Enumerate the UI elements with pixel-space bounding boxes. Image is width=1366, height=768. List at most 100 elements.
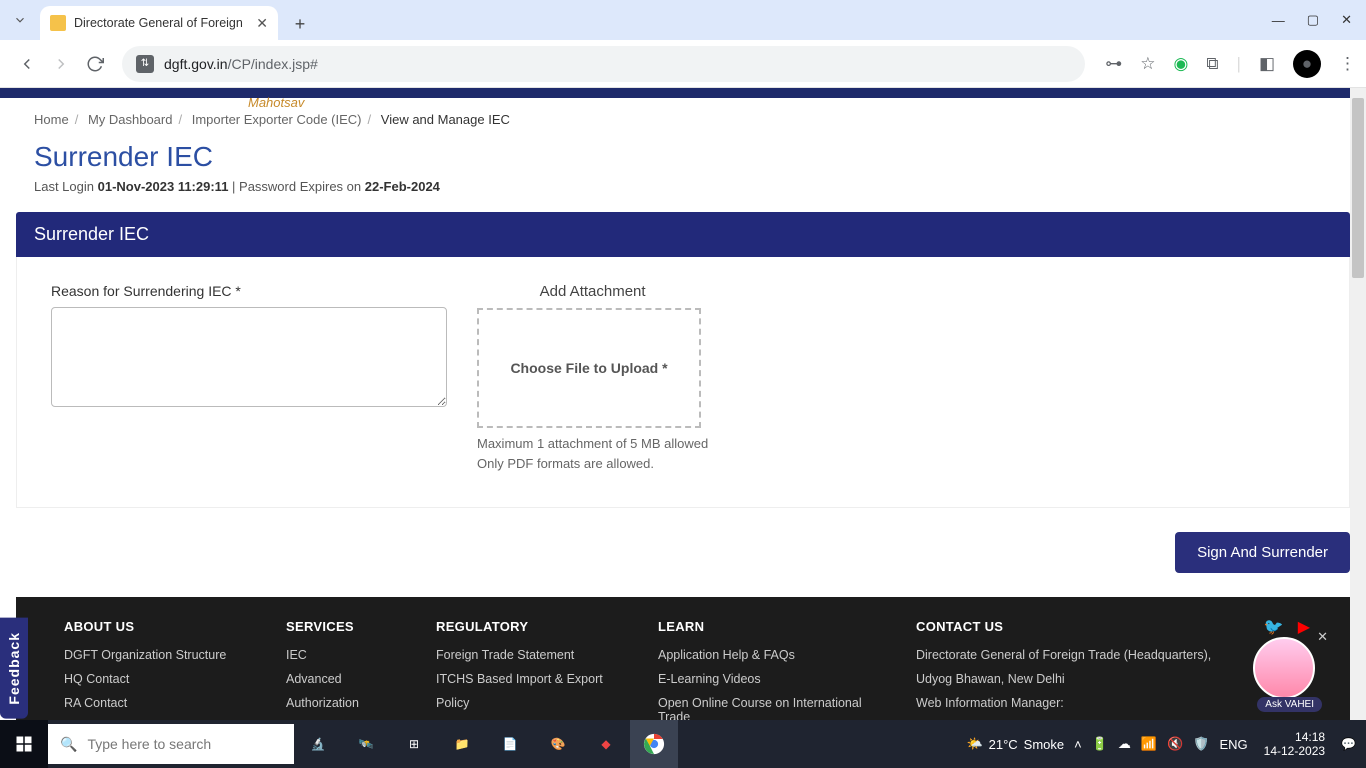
reason-textarea[interactable] xyxy=(51,307,447,407)
footer-link[interactable]: Web Information Manager: xyxy=(916,696,1262,710)
language-indicator[interactable]: ENG xyxy=(1219,737,1247,752)
footer-services-heading: SERVICES xyxy=(286,619,396,634)
footer-link[interactable]: Authorization xyxy=(286,696,396,710)
footer-link[interactable]: Udyog Bhawan, New Delhi xyxy=(916,672,1262,686)
weather-text: Smoke xyxy=(1024,737,1064,752)
address-bar[interactable]: ⇅ dgft.gov.in/CP/index.jsp# xyxy=(122,46,1085,82)
feedback-tab[interactable]: Feedback xyxy=(0,618,28,719)
file-dropzone[interactable]: Choose File to Upload * xyxy=(477,308,701,428)
clock-time: 14:18 xyxy=(1264,730,1325,744)
url-path: /CP/index.jsp# xyxy=(228,56,318,72)
weather-temp: 21°C xyxy=(989,737,1018,752)
search-icon: 🔍 xyxy=(60,736,77,753)
search-placeholder: Type here to search xyxy=(87,736,211,752)
start-button[interactable] xyxy=(0,720,48,768)
reload-button[interactable] xyxy=(78,47,112,81)
tabs-dropdown-button[interactable] xyxy=(0,0,40,40)
extension-grammarly-icon[interactable]: ◉ xyxy=(1174,54,1189,74)
breadcrumb-current: View and Manage IEC xyxy=(381,112,510,127)
anydesk-icon[interactable]: ◆ xyxy=(582,720,630,768)
breadcrumb: Home/ My Dashboard/ Importer Exporter Co… xyxy=(16,98,1350,137)
footer-learn-heading: LEARN xyxy=(658,619,876,634)
word-icon[interactable]: 📄 xyxy=(486,720,534,768)
breadcrumb-iec[interactable]: Importer Exporter Code (IEC) xyxy=(192,112,362,127)
notifications-icon[interactable]: 💬 xyxy=(1341,737,1356,751)
footer-link[interactable]: RA Contact xyxy=(64,696,246,710)
new-tab-button[interactable]: + xyxy=(286,10,314,38)
onedrive-icon[interactable]: ☁ xyxy=(1118,736,1131,752)
security-icon[interactable]: 🛡️ xyxy=(1193,736,1209,752)
weather-widget[interactable]: 🌤️ 21°C Smoke xyxy=(966,736,1064,752)
chat-avatar[interactable] xyxy=(1253,637,1315,699)
gov-top-bar xyxy=(0,88,1366,98)
twitter-icon[interactable]: 🐦 xyxy=(1264,617,1284,637)
chat-close-icon[interactable]: ✕ xyxy=(1317,629,1328,645)
battery-icon[interactable]: 🔋 xyxy=(1092,736,1108,752)
breadcrumb-dashboard[interactable]: My Dashboard xyxy=(88,112,173,127)
footer-about-heading: ABOUT US xyxy=(64,619,246,634)
footer-link[interactable]: Foreign Trade Statement xyxy=(436,648,618,662)
youtube-icon[interactable]: ▶ xyxy=(1298,617,1310,637)
clock-date: 14-12-2023 xyxy=(1264,744,1325,758)
panel-header: Surrender IEC xyxy=(16,212,1350,257)
key-icon[interactable]: ⊶ xyxy=(1105,54,1122,74)
footer-link[interactable]: Application Help & FAQs xyxy=(658,648,876,662)
toolbar-right-icons: ⊶ ☆ ◉ ⧉ | ◧ ● ⋮ xyxy=(1095,50,1356,78)
volume-icon[interactable]: 🔇 xyxy=(1167,736,1183,752)
dropzone-text: Choose File to Upload * xyxy=(510,360,667,376)
profile-avatar[interactable]: ● xyxy=(1293,50,1321,78)
minimize-icon[interactable]: — xyxy=(1272,13,1285,28)
back-button[interactable] xyxy=(10,47,44,81)
chat-label[interactable]: Ask VAHEI xyxy=(1257,697,1322,712)
extensions-icon[interactable]: ⧉ xyxy=(1206,54,1218,74)
forward-button[interactable] xyxy=(44,47,78,81)
page-footer: ABOUT US DGFT Organization Structure HQ … xyxy=(16,597,1350,720)
attachment-hint: Maximum 1 attachment of 5 MB allowed Onl… xyxy=(477,434,708,473)
maximize-icon[interactable]: ▢ xyxy=(1307,12,1319,28)
page-title: Surrender IEC xyxy=(16,137,1350,179)
tab-title: Directorate General of Foreign xyxy=(74,16,248,30)
footer-link[interactable]: E-Learning Videos xyxy=(658,672,876,686)
vertical-scrollbar[interactable] xyxy=(1350,88,1366,720)
taskbar-app-1[interactable]: 🔬 xyxy=(294,720,342,768)
system-tray: ˄ 🔋 ☁ 📶 🔇 🛡️ ENG xyxy=(1074,736,1248,752)
site-settings-icon[interactable]: ⇅ xyxy=(136,55,154,73)
page-viewport: Mahotsav Home/ My Dashboard/ Importer Ex… xyxy=(0,88,1366,720)
footer-regulatory-heading: REGULATORY xyxy=(436,619,618,634)
chrome-toolbar: ⇅ dgft.gov.in/CP/index.jsp# ⊶ ☆ ◉ ⧉ | ◧ … xyxy=(0,40,1366,88)
breadcrumb-home[interactable]: Home xyxy=(34,112,69,127)
file-explorer-icon[interactable]: 📁 xyxy=(438,720,486,768)
taskbar-clock[interactable]: 14:18 14-12-2023 xyxy=(1258,730,1331,759)
footer-link[interactable]: HQ Contact xyxy=(64,672,246,686)
sign-and-surrender-button[interactable]: Sign And Surrender xyxy=(1175,532,1350,573)
weather-icon: 🌤️ xyxy=(966,736,982,752)
chrome-tab-strip: Directorate General of Foreign ✕ + — ▢ ✕ xyxy=(0,0,1366,40)
taskbar-app-2[interactable]: 🛰️ xyxy=(342,720,390,768)
paint-icon[interactable]: 🎨 xyxy=(534,720,582,768)
reason-label: Reason for Surrendering IEC * xyxy=(51,283,447,299)
footer-link[interactable]: DGFT Organization Structure xyxy=(64,648,246,662)
login-info: Last Login 01-Nov-2023 11:29:11 | Passwo… xyxy=(16,179,1350,208)
footer-link[interactable]: Policy xyxy=(436,696,618,710)
url-host: dgft.gov.in xyxy=(164,56,228,72)
footer-link[interactable]: Directorate General of Foreign Trade (He… xyxy=(916,648,1262,662)
panel-body: Reason for Surrendering IEC * Add Attach… xyxy=(16,257,1350,508)
window-controls: — ▢ ✕ xyxy=(1272,0,1366,40)
footer-link[interactable]: ITCHS Based Import & Export xyxy=(436,672,618,686)
side-panel-icon[interactable]: ◧ xyxy=(1259,54,1275,74)
wifi-icon[interactable]: 📶 xyxy=(1141,736,1157,752)
chrome-taskbar-icon[interactable] xyxy=(630,720,678,768)
tab-close-icon[interactable]: ✕ xyxy=(256,15,268,32)
footer-link[interactable]: Open Online Course on International Trad… xyxy=(658,696,876,720)
bookmark-star-icon[interactable]: ☆ xyxy=(1140,54,1155,74)
scroll-thumb[interactable] xyxy=(1352,98,1364,278)
chrome-menu-icon[interactable]: ⋮ xyxy=(1339,54,1356,74)
browser-tab-active[interactable]: Directorate General of Foreign ✕ xyxy=(40,6,278,40)
close-window-icon[interactable]: ✕ xyxy=(1341,12,1352,28)
tray-chevron-icon[interactable]: ˄ xyxy=(1074,737,1082,752)
taskbar-search[interactable]: 🔍 Type here to search xyxy=(48,724,294,764)
footer-link[interactable]: Advanced xyxy=(286,672,396,686)
attachment-title: Add Attachment xyxy=(477,283,708,300)
task-view-icon[interactable]: ⊞ xyxy=(390,720,438,768)
footer-link[interactable]: IEC xyxy=(286,648,396,662)
